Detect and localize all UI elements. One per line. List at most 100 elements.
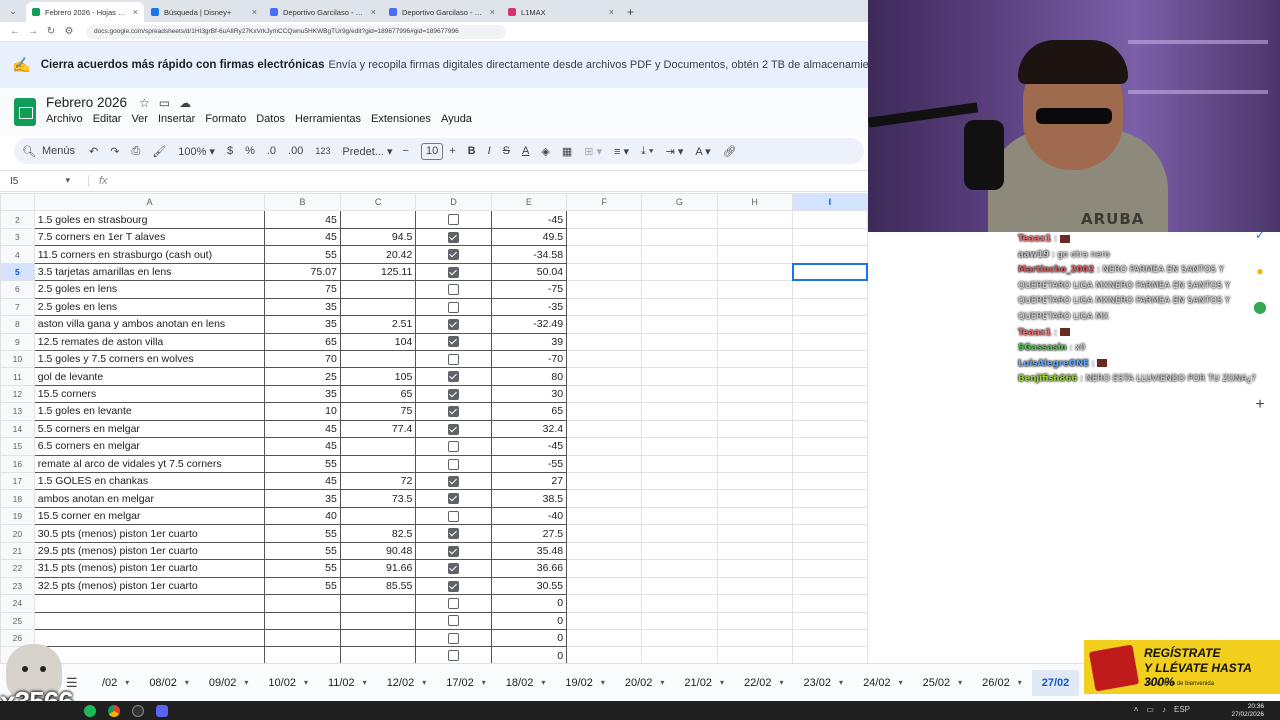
empty-cell[interactable] bbox=[641, 419, 718, 439]
empty-cell[interactable] bbox=[791, 437, 868, 456]
empty-cell[interactable] bbox=[716, 280, 793, 299]
language-indicator[interactable]: ESP bbox=[1174, 705, 1190, 714]
cell-bet-description[interactable]: 2.5 goles en lens bbox=[33, 280, 266, 299]
empty-cell[interactable] bbox=[566, 594, 643, 613]
empty-cell[interactable] bbox=[641, 315, 718, 334]
tab-close-icon[interactable]: × bbox=[371, 7, 376, 17]
empty-cell[interactable] bbox=[791, 454, 868, 474]
site-info-icon[interactable]: ⚙ bbox=[60, 26, 78, 37]
cell-return[interactable]: 72 bbox=[339, 471, 417, 491]
sheet-tab[interactable]: 09/02 ▾ bbox=[199, 670, 259, 696]
empty-cell[interactable] bbox=[641, 559, 718, 578]
sheet-tab-menu-icon[interactable]: ▾ bbox=[899, 678, 903, 687]
empty-cell[interactable] bbox=[566, 349, 643, 369]
cell-stake[interactable] bbox=[264, 628, 341, 648]
row-header[interactable]: 9 bbox=[0, 332, 35, 351]
cell-stake[interactable]: 25 bbox=[264, 367, 341, 386]
sheet-tab[interactable]: 24/02 ▾ bbox=[853, 670, 913, 696]
star-icon[interactable]: ☆ bbox=[139, 96, 150, 110]
row-header[interactable]: 16 bbox=[0, 454, 35, 474]
cell-profit[interactable]: 30 bbox=[490, 384, 568, 404]
column-header[interactable]: I bbox=[791, 193, 868, 212]
cell-profit[interactable]: 50.04 bbox=[490, 262, 568, 282]
cell-bet-description[interactable]: 1.5 GOLES en chankas bbox=[33, 471, 266, 491]
empty-cell[interactable] bbox=[716, 524, 793, 543]
empty-cell[interactable] bbox=[791, 210, 868, 229]
new-tab-icon[interactable]: + bbox=[627, 5, 634, 19]
checkbox-checked[interactable] bbox=[447, 528, 459, 540]
cell-return[interactable] bbox=[339, 628, 417, 648]
checkbox-unchecked[interactable] bbox=[447, 615, 459, 627]
empty-cell[interactable] bbox=[791, 419, 868, 439]
empty-cell[interactable] bbox=[791, 628, 868, 648]
empty-cell[interactable] bbox=[716, 628, 793, 648]
empty-cell[interactable] bbox=[791, 611, 868, 630]
cell-profit[interactable]: 0 bbox=[490, 594, 568, 613]
row-header[interactable]: 17 bbox=[0, 471, 35, 491]
chat-username[interactable]: Teaax1 bbox=[1018, 234, 1051, 244]
column-header[interactable]: G bbox=[641, 193, 718, 212]
cell-stake[interactable]: 45 bbox=[264, 210, 341, 229]
checkbox-checked[interactable] bbox=[447, 580, 459, 592]
row-header[interactable]: 11 bbox=[0, 367, 35, 386]
cell-stake[interactable]: 55 bbox=[264, 576, 341, 596]
cell-stake[interactable]: 75 bbox=[264, 280, 341, 299]
browser-tab[interactable]: Deportivo Garcilaso - Cienciano × bbox=[264, 2, 382, 22]
empty-cell[interactable] bbox=[791, 367, 868, 386]
checkbox-checked[interactable] bbox=[447, 406, 459, 418]
empty-cell[interactable] bbox=[716, 454, 793, 474]
menu-item[interactable]: Ayuda bbox=[441, 113, 472, 125]
empty-cell[interactable] bbox=[716, 489, 793, 508]
sheet-tab-menu-icon[interactable]: ▾ bbox=[363, 678, 367, 687]
cell-stake[interactable]: 55 bbox=[264, 524, 341, 543]
cell-bet-description[interactable]: 12.5 remates de aston villa bbox=[33, 332, 266, 351]
empty-cell[interactable] bbox=[566, 524, 643, 543]
cell-bet-description[interactable]: 30.5 pts (menos) piston 1er cuarto bbox=[33, 524, 266, 543]
fill-color-icon[interactable]: ◈ bbox=[541, 145, 549, 158]
tab-close-icon[interactable]: × bbox=[609, 7, 614, 17]
empty-cell[interactable] bbox=[641, 384, 718, 404]
cell-stake[interactable]: 55 bbox=[264, 559, 341, 578]
empty-cell[interactable] bbox=[716, 262, 793, 282]
row-header[interactable]: 5 bbox=[0, 262, 35, 282]
cell-return[interactable]: 75 bbox=[339, 402, 417, 421]
empty-cell[interactable] bbox=[791, 332, 868, 351]
empty-cell[interactable] bbox=[791, 506, 868, 526]
cell-bet-description[interactable]: aston villa gana y ambos anotan en lens bbox=[33, 315, 266, 334]
row-header[interactable]: 15 bbox=[0, 437, 35, 456]
menu-item[interactable]: Extensiones bbox=[371, 113, 431, 125]
empty-cell[interactable] bbox=[566, 471, 643, 491]
sheet-tab-menu-icon[interactable]: ▾ bbox=[958, 678, 962, 687]
column-header[interactable]: E bbox=[490, 193, 568, 212]
sheet-tab-menu-icon[interactable]: ▾ bbox=[780, 678, 784, 687]
checkbox-checked[interactable] bbox=[447, 388, 459, 400]
empty-cell[interactable] bbox=[566, 332, 643, 351]
row-header[interactable]: 18 bbox=[0, 489, 35, 508]
empty-cell[interactable] bbox=[791, 646, 868, 663]
empty-cell[interactable] bbox=[716, 506, 793, 526]
empty-cell[interactable] bbox=[716, 611, 793, 630]
row-header[interactable]: 7 bbox=[0, 297, 35, 317]
sheet-tab[interactable]: 27/02 bbox=[1031, 669, 1080, 696]
empty-cell[interactable] bbox=[641, 367, 718, 386]
checkbox-unchecked[interactable] bbox=[447, 632, 459, 644]
cell-return[interactable] bbox=[339, 297, 417, 317]
empty-cell[interactable] bbox=[566, 611, 643, 630]
sheet-tab-menu-icon[interactable]: ▾ bbox=[541, 678, 545, 687]
cell-profit[interactable]: 32.4 bbox=[490, 419, 568, 439]
menu-item[interactable]: Formato bbox=[205, 113, 246, 125]
checkbox-checked[interactable] bbox=[447, 319, 459, 330]
font-size-increase[interactable]: + bbox=[449, 145, 455, 157]
font-size-input[interactable]: 10 bbox=[420, 142, 444, 160]
strikethrough-button[interactable]: S bbox=[503, 145, 510, 157]
cell-return[interactable]: 104 bbox=[339, 332, 417, 351]
text-rotation-icon[interactable]: A ▾ bbox=[695, 145, 710, 158]
empty-cell[interactable] bbox=[641, 628, 718, 648]
cell-stake[interactable]: 45 bbox=[264, 437, 341, 456]
cell-profit[interactable]: 27 bbox=[490, 471, 568, 491]
empty-cell[interactable] bbox=[641, 506, 718, 526]
cell-stake[interactable]: 70 bbox=[264, 349, 341, 369]
cell-bet-description[interactable]: 1.5 goles y 7.5 corners en wolves bbox=[33, 349, 266, 369]
cell-return[interactable] bbox=[339, 280, 417, 299]
empty-cell[interactable] bbox=[716, 297, 793, 317]
